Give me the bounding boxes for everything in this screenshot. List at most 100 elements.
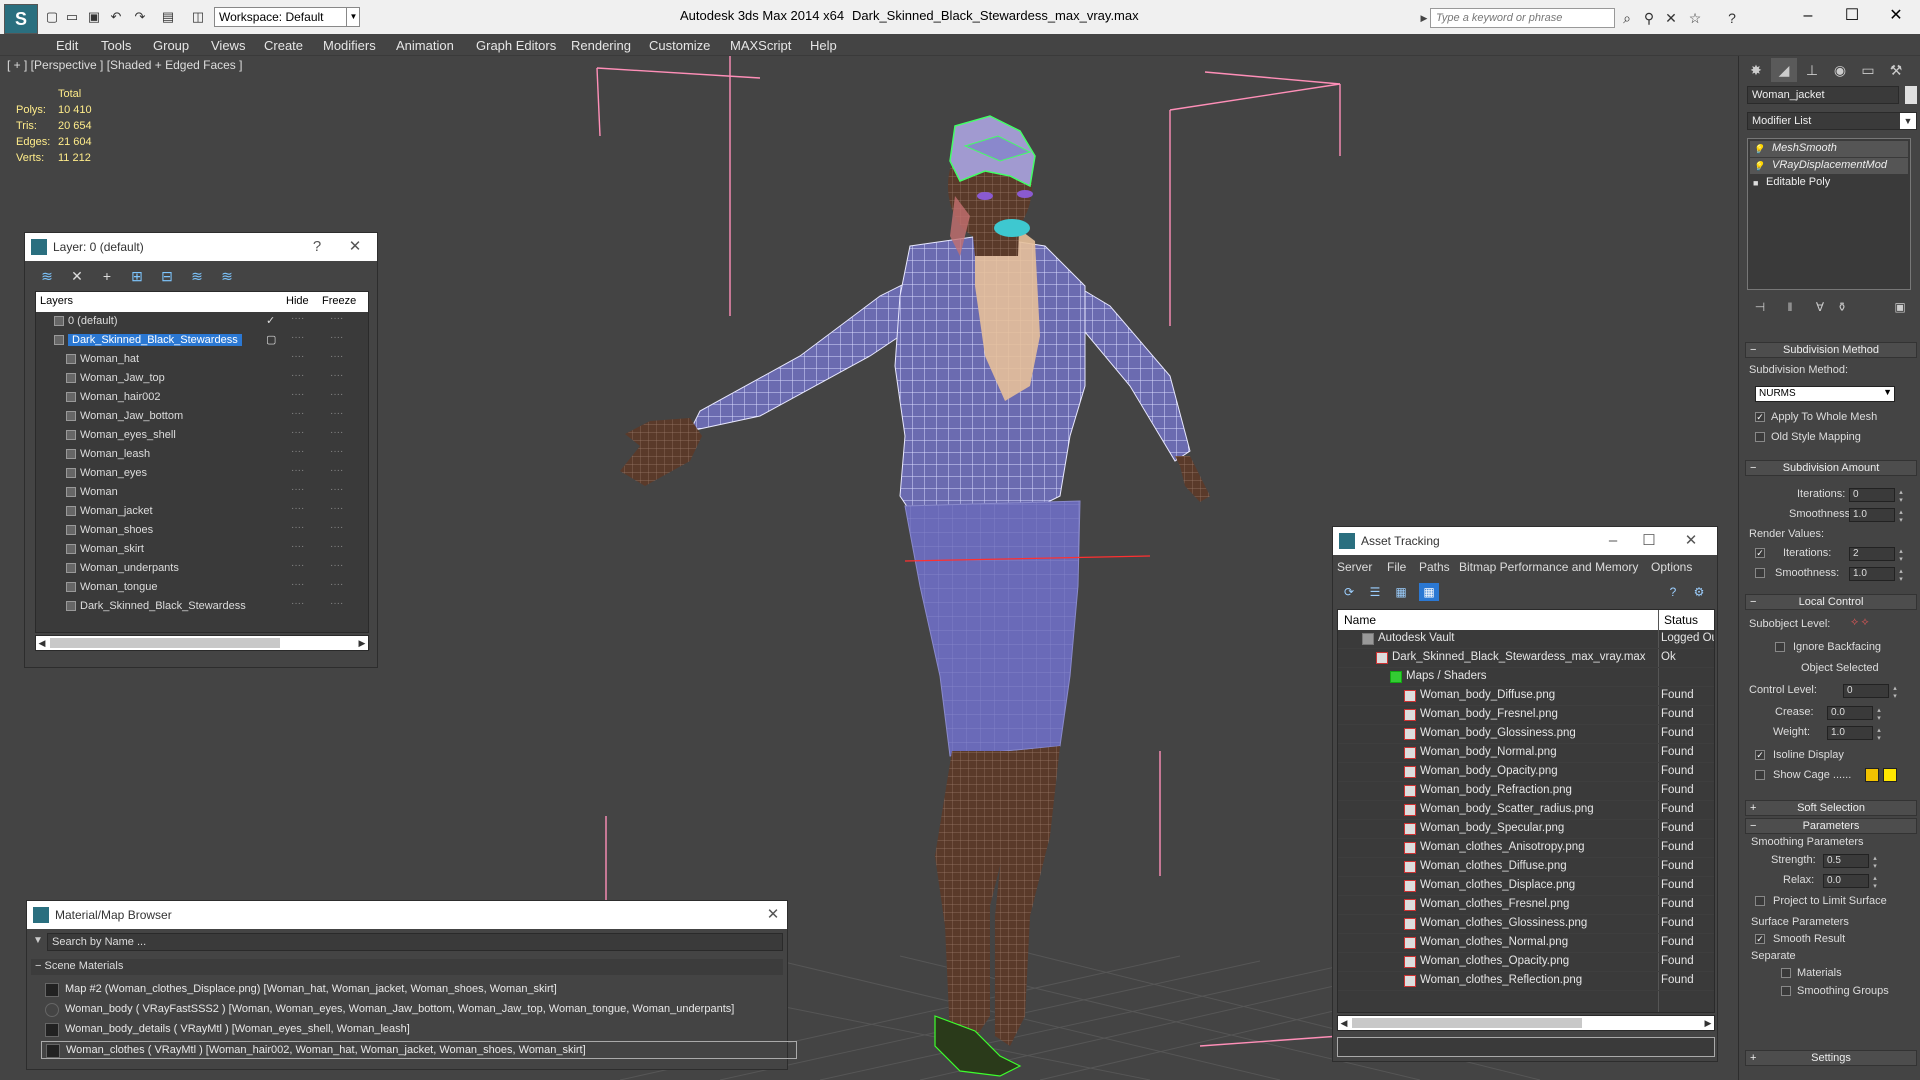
hierarchy-tab-icon[interactable]: ⊥ [1799, 58, 1825, 82]
col-status[interactable]: Status [1664, 613, 1698, 627]
create-tab-icon[interactable]: ✸ [1743, 58, 1769, 82]
menu-views[interactable]: Views [211, 38, 245, 53]
asset-row[interactable]: Woman_body_Normal.png Found [1338, 744, 1714, 763]
delete-layer-icon[interactable]: ✕ [67, 267, 87, 285]
ignore-backfacing-checkbox[interactable] [1775, 642, 1785, 652]
layer-row[interactable]: Woman_hat ···· ···· [36, 350, 368, 369]
communication-icon[interactable]: ✕ [1662, 9, 1680, 27]
hide-toggle[interactable]: ···· [291, 541, 304, 552]
close-icon[interactable]: ✕ [345, 237, 365, 257]
asset-row[interactable]: Woman_body_Refraction.png Found [1338, 782, 1714, 801]
chevron-down-icon[interactable]: ▼ [1900, 113, 1916, 129]
hide-all-icon[interactable]: ≋ [187, 267, 207, 285]
layer-row[interactable]: Woman_shoes ···· ···· [36, 521, 368, 540]
open-file-icon[interactable]: ▭ [64, 9, 80, 25]
old-style-mapping-checkbox[interactable] [1755, 432, 1765, 442]
current-layer-indicator[interactable]: ▢ [266, 333, 276, 346]
materials-checkbox[interactable] [1781, 968, 1791, 978]
material-row[interactable]: Woman_body_details ( VRayMtl ) [Woman_ey… [41, 1021, 797, 1039]
settings-icon[interactable]: ⚙ [1689, 583, 1709, 601]
chevron-down-icon[interactable]: ▼ [346, 7, 360, 27]
menu-maxscript[interactable]: MAXScript [730, 38, 791, 53]
asset-row[interactable]: Woman_clothes_Opacity.png Found [1338, 953, 1714, 972]
freeze-toggle[interactable]: ···· [330, 351, 343, 362]
rollout-soft-selection[interactable]: + Soft Selection [1745, 800, 1917, 816]
subdivision-method-select[interactable]: NURMS ▼ [1755, 386, 1895, 402]
maximize-icon[interactable]: ☐ [1830, 4, 1874, 28]
freeze-all-icon[interactable]: ≋ [217, 267, 237, 285]
menu-options[interactable]: Options [1651, 560, 1692, 574]
save-file-icon[interactable]: ▣ [86, 9, 102, 25]
scroll-left-icon[interactable]: ◀ [36, 636, 48, 650]
layer-row[interactable]: Woman_Jaw_bottom ···· ···· [36, 407, 368, 426]
weight-spinner[interactable]: 1.0 [1827, 726, 1882, 742]
modifier-list-dropdown[interactable]: Modifier List ▼ [1747, 112, 1917, 130]
menu-server[interactable]: Server [1337, 560, 1372, 574]
material-row-selected[interactable]: Woman_clothes ( VRayMtl ) [Woman_hair002… [41, 1041, 797, 1059]
lightbulb-icon[interactable]: 💡 [1753, 144, 1764, 155]
col-freeze[interactable]: Freeze [322, 295, 356, 307]
stack-item-meshsmooth[interactable]: 💡 MeshSmooth [1750, 141, 1908, 157]
list-view-icon[interactable]: ☰ [1365, 583, 1385, 601]
scene-materials-section[interactable]: − Scene Materials [31, 959, 783, 975]
close-icon[interactable]: ✕ [763, 905, 783, 925]
scroll-left-icon[interactable]: ◀ [1338, 1016, 1350, 1030]
asset-row[interactable]: Autodesk Vault Logged Ou [1338, 630, 1714, 649]
expand-icon[interactable]: ■ [1753, 178, 1758, 188]
scrollbar-thumb[interactable] [1352, 1018, 1582, 1028]
favorites-icon[interactable]: ☆ [1686, 9, 1704, 27]
asset-row[interactable]: Woman_body_Opacity.png Found [1338, 763, 1714, 782]
menu-edit[interactable]: Edit [56, 38, 78, 53]
strength-spinner[interactable]: 0.5 [1823, 854, 1878, 870]
layer-row[interactable]: Dark_Skinned_Black_Stewardess ···· ···· [36, 597, 368, 616]
hide-toggle[interactable]: ···· [291, 598, 304, 609]
menu-file[interactable]: File [1387, 560, 1406, 574]
viewport-label[interactable]: [ + ] [Perspective ] [Shaded + Edged Fac… [7, 58, 242, 72]
asset-row[interactable]: Maps / Shaders [1338, 668, 1714, 687]
hide-toggle[interactable]: ···· [291, 503, 304, 514]
hide-toggle[interactable]: ···· [291, 560, 304, 571]
freeze-toggle[interactable]: ···· [330, 541, 343, 552]
table-view-icon[interactable]: ▦ [1419, 583, 1439, 601]
freeze-toggle[interactable]: ···· [330, 332, 343, 343]
hide-toggle[interactable]: ···· [291, 332, 304, 343]
asset-row[interactable]: Woman_body_Specular.png Found [1338, 820, 1714, 839]
freeze-toggle[interactable]: ···· [330, 370, 343, 381]
crease-spinner[interactable]: 0.0 [1827, 706, 1882, 722]
material-row[interactable]: Map #2 (Woman_clothes_Displace.png) [Wom… [41, 981, 797, 999]
col-name[interactable]: Name [1344, 613, 1376, 627]
maximize-icon[interactable]: ☐ [1639, 531, 1659, 551]
help-button[interactable]: ? [307, 237, 327, 257]
freeze-toggle[interactable]: ···· [330, 560, 343, 571]
add-to-layer-icon[interactable]: + [97, 267, 117, 285]
render-smoothness-spinner[interactable]: 1.0 [1849, 567, 1904, 583]
layer-row[interactable]: Woman_hair002 ···· ···· [36, 388, 368, 407]
horizontal-scrollbar[interactable]: ◀ ▶ [35, 635, 369, 651]
asset-tracking-titlebar[interactable]: Asset Tracking – ☐ ✕ [1333, 527, 1717, 555]
hide-toggle[interactable]: ···· [291, 370, 304, 381]
rollout-subdivision-method[interactable]: − Subdivision Method [1745, 342, 1917, 358]
redo-icon[interactable]: ↷ [132, 9, 148, 25]
help-icon[interactable]: ? [1723, 9, 1741, 27]
hide-toggle[interactable]: ···· [291, 351, 304, 362]
asset-row[interactable]: Woman_clothes_Glossiness.png Found [1338, 915, 1714, 934]
layer-row[interactable]: Woman_skirt ···· ···· [36, 540, 368, 559]
object-name-field[interactable]: Woman_jacket [1747, 86, 1899, 104]
lightbulb-icon[interactable]: 💡 [1753, 161, 1764, 172]
freeze-toggle[interactable]: ···· [330, 389, 343, 400]
asset-row[interactable]: Woman_clothes_Displace.png Found [1338, 877, 1714, 896]
project-icon[interactable]: ◫ [190, 9, 206, 25]
show-end-result-icon[interactable]: ‖ [1781, 298, 1799, 316]
col-hide[interactable]: Hide [286, 295, 309, 307]
tree-view-icon[interactable]: ▦ [1391, 583, 1411, 601]
scrollbar-thumb[interactable] [50, 638, 280, 648]
hide-toggle[interactable]: ···· [291, 446, 304, 457]
cage-color-swatch-1[interactable] [1865, 768, 1879, 782]
highlight-layer-icon[interactable]: ⊟ [157, 267, 177, 285]
freeze-toggle[interactable]: ···· [330, 465, 343, 476]
close-icon[interactable]: ✕ [1681, 531, 1701, 551]
show-cage-checkbox[interactable] [1755, 770, 1765, 780]
hide-toggle[interactable]: ···· [291, 389, 304, 400]
scroll-right-icon[interactable]: ▶ [1702, 1016, 1714, 1030]
hide-toggle[interactable]: ···· [291, 465, 304, 476]
